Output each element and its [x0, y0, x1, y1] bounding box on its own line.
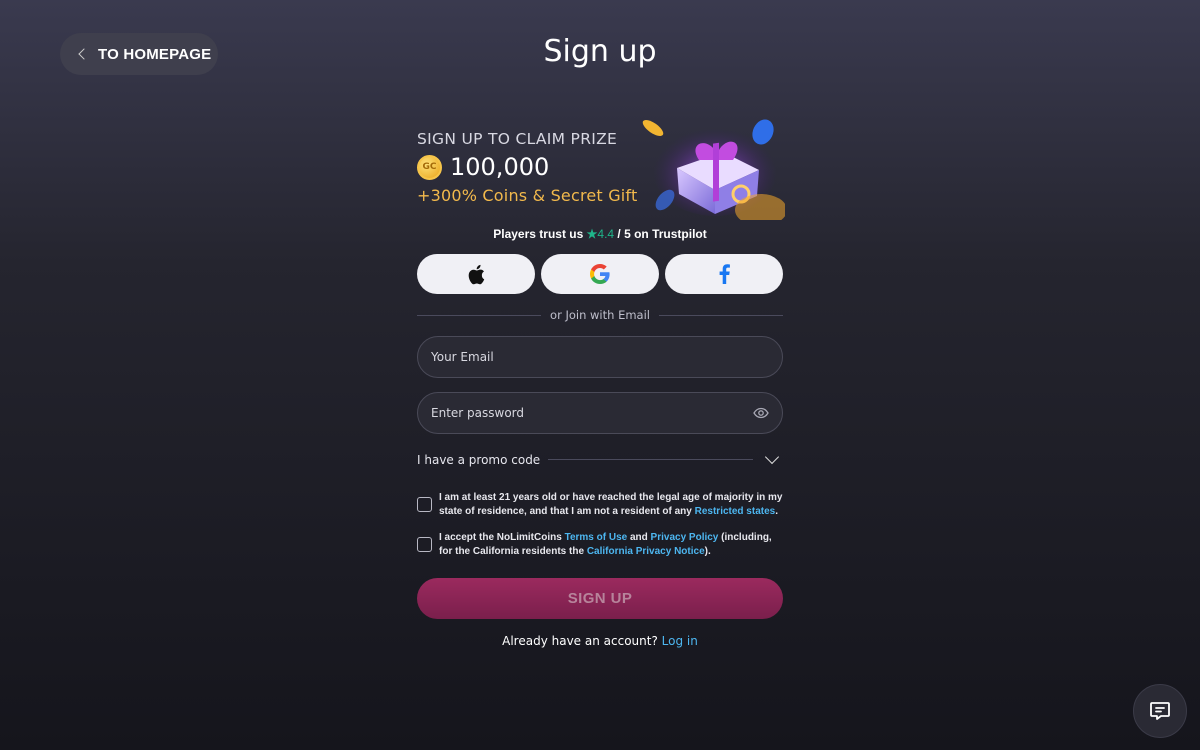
google-icon [590, 264, 610, 284]
terms-prefix: I accept the NoLimitCoins [439, 532, 562, 543]
terms-consent-row: I accept the NoLimitCoins Terms of Use a… [417, 531, 783, 558]
divider-line [417, 314, 542, 316]
login-prompt-text: Already have an account? [502, 634, 658, 648]
promo-bonus-text: +300% Coins & Secret Gift [417, 186, 638, 205]
facebook-login-button[interactable] [665, 254, 783, 294]
signup-button[interactable]: SIGN UP [417, 578, 783, 619]
login-prompt: Already have an account? Log in [417, 634, 783, 648]
age-consent-checkbox[interactable] [417, 497, 432, 512]
star-icon: ★ [586, 227, 598, 241]
california-privacy-link[interactable]: California Privacy Notice [587, 546, 705, 557]
password-field[interactable]: Enter password [417, 392, 783, 434]
terms-end: ). [704, 545, 711, 557]
divider-text: or Join with Email [550, 308, 650, 322]
social-login-row [417, 254, 783, 294]
promo-code-label: I have a promo code [417, 452, 541, 467]
email-field[interactable]: Your Email [417, 336, 783, 378]
gold-coin-icon: GC [417, 154, 442, 180]
chevron-down-icon [764, 449, 780, 465]
gift-box-icon [642, 119, 785, 220]
promo-code-line [548, 459, 753, 460]
eye-icon[interactable] [753, 407, 769, 419]
age-consent-text: I am at least 21 years old or have reach… [439, 491, 783, 518]
email-divider: or Join with Email [417, 308, 784, 322]
divider-line [658, 314, 784, 316]
promo-amount-row: GC 100,000 [417, 153, 549, 181]
terms-consent-text: I accept the NoLimitCoins Terms of Use a… [439, 531, 783, 558]
trust-rating: 4.4 [597, 227, 615, 241]
signup-panel: SIGN UP TO CLAIM PRIZE GC 100,000 +300% … [417, 110, 785, 648]
login-link[interactable]: Log in [662, 634, 698, 648]
privacy-policy-link[interactable]: Privacy Policy [651, 532, 719, 543]
page-title: Sign up [543, 34, 657, 69]
email-placeholder: Your Email [431, 350, 494, 364]
apple-icon [468, 264, 485, 284]
promo-banner: SIGN UP TO CLAIM PRIZE GC 100,000 +300% … [417, 110, 785, 220]
age-consent-row: I am at least 21 years old or have reach… [417, 491, 783, 518]
trust-suffix: / 5 on Trustpilot [617, 227, 707, 241]
facebook-icon [719, 264, 730, 284]
promo-amount: 100,000 [450, 153, 550, 181]
restricted-states-link[interactable]: Restricted states [695, 506, 776, 517]
google-login-button[interactable] [541, 254, 659, 294]
trust-prefix: Players trust us [493, 227, 584, 241]
terms-consent-checkbox[interactable] [417, 537, 432, 552]
promo-code-toggle[interactable]: I have a promo code [417, 449, 783, 467]
terms-of-use-link[interactable]: Terms of Use [565, 532, 628, 543]
password-placeholder: Enter password [431, 406, 524, 420]
chat-support-button[interactable] [1133, 684, 1187, 738]
age-text-end: . [775, 505, 778, 517]
apple-login-button[interactable] [417, 254, 535, 294]
terms-and: and [629, 532, 648, 543]
trustpilot-rating: Players trust us ★4.4 / 5 on Trustpilot [417, 227, 783, 241]
promo-claim-text: SIGN UP TO CLAIM PRIZE [417, 130, 618, 148]
chat-icon [1150, 702, 1170, 720]
